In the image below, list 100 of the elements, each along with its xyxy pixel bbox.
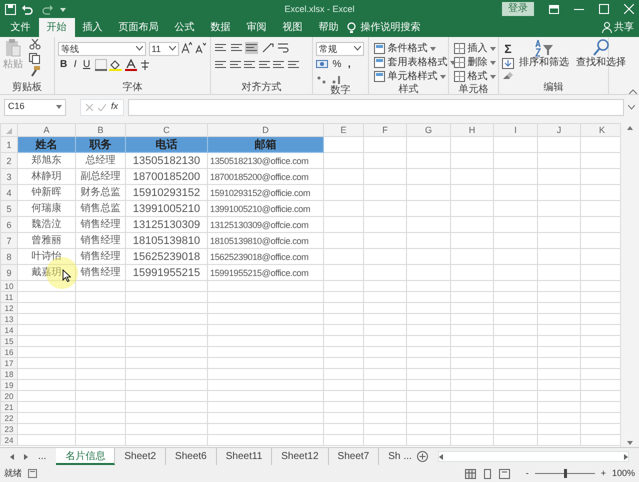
shrink-font-icon[interactable] <box>194 42 206 54</box>
save-icon[interactable] <box>5 4 16 14</box>
page-break-icon[interactable] <box>498 468 510 478</box>
ribbon-display-icon[interactable] <box>549 4 559 14</box>
expand-icon[interactable] <box>628 104 635 110</box>
comma-button[interactable]: , <box>346 58 353 72</box>
previous-sheet-icon[interactable] <box>10 454 14 460</box>
orientation-icon[interactable] <box>260 42 274 54</box>
wrap-text-icon[interactable] <box>277 42 289 54</box>
zoom-level[interactable]: 100% <box>612 466 635 480</box>
currency-icon[interactable] <box>316 60 328 70</box>
cells-menu-button[interactable]: 格式 <box>452 70 498 84</box>
column-header[interactable]: G <box>406 124 450 136</box>
center-icon[interactable] <box>228 58 240 70</box>
italic-button[interactable]: I <box>72 58 79 72</box>
row-header[interactable]: 23 <box>0 424 18 434</box>
column-header[interactable]: A <box>18 124 76 136</box>
underline-button[interactable]: U <box>81 58 92 72</box>
person-icon[interactable] <box>602 22 612 33</box>
row-header[interactable]: 11 <box>0 292 18 302</box>
brush-icon[interactable] <box>28 66 40 77</box>
ribbon-tab[interactable]: 文件 <box>2 18 38 37</box>
name-box[interactable]: C16 <box>4 98 66 116</box>
autosum-button[interactable]: Σ <box>502 42 514 56</box>
grow-font-icon[interactable] <box>181 42 192 54</box>
row-header[interactable]: 10 <box>0 280 18 292</box>
row-header[interactable]: 9 <box>0 264 18 280</box>
ribbon-tab[interactable]: 视图 <box>274 18 310 37</box>
align-left-icon[interactable] <box>214 58 226 70</box>
normal-view-icon[interactable] <box>464 468 476 478</box>
ribbon-tab[interactable]: 公式 <box>166 18 202 37</box>
ribbon-tab[interactable]: 页面布局 <box>110 18 166 37</box>
cells-menu-button[interactable]: 删除 <box>452 56 498 70</box>
phonetic-icon[interactable] <box>139 59 152 71</box>
editing-button[interactable]: 查找和选择 <box>574 39 628 82</box>
row-header[interactable]: 13 <box>0 314 18 324</box>
editing-button[interactable]: 排序和筛选 <box>517 39 571 82</box>
scroll-up-icon[interactable] <box>627 126 634 130</box>
login-button[interactable]: 登录 <box>502 2 534 16</box>
collapse-ribbon-icon[interactable] <box>628 89 636 94</box>
increase-indent-icon[interactable] <box>272 58 284 70</box>
sheet-overflow[interactable]: ... <box>38 449 46 464</box>
redo-icon[interactable] <box>40 4 54 14</box>
ribbon-tab[interactable]: 插入 <box>74 18 110 37</box>
row-header[interactable]: 6 <box>0 216 18 232</box>
row-header[interactable]: 22 <box>0 412 18 424</box>
row-header[interactable]: 14 <box>0 324 18 336</box>
font-size-field[interactable]: 11 <box>148 42 178 56</box>
ribbon-tab[interactable]: 帮助 <box>310 18 346 37</box>
undo-icon[interactable] <box>21 4 35 14</box>
ribbon-tab[interactable]: 开始 <box>38 18 74 37</box>
column-header[interactable]: E <box>324 124 364 136</box>
row-header[interactable]: 20 <box>0 390 18 402</box>
sheet-overflow[interactable]: ... <box>403 449 412 464</box>
row-header[interactable]: 5 <box>0 200 18 216</box>
number-format-field[interactable]: 常规 <box>316 42 364 56</box>
zoom-in-button[interactable]: + <box>600 466 606 480</box>
row-header[interactable]: 12 <box>0 302 18 314</box>
add-sheet-icon[interactable] <box>416 451 428 462</box>
column-header[interactable]: H <box>450 124 494 136</box>
insert-function-button[interactable]: fx <box>111 100 118 114</box>
row-header[interactable]: 1 <box>0 136 18 152</box>
scissors-icon[interactable] <box>28 39 40 50</box>
page-layout-icon[interactable] <box>482 468 493 478</box>
lightbulb-icon[interactable] <box>346 22 356 34</box>
eraser-icon[interactable] <box>502 72 514 80</box>
clipboard-icon[interactable] <box>5 39 21 57</box>
middle-align-icon[interactable] <box>230 42 242 54</box>
cells-menu-button[interactable]: 插入 <box>452 42 498 56</box>
row-header[interactable]: 21 <box>0 402 18 412</box>
macro-icon[interactable] <box>28 469 37 478</box>
column-header[interactable]: B <box>76 124 126 136</box>
column-header[interactable]: J <box>538 124 580 136</box>
decrease-decimal-icon[interactable] <box>330 74 342 84</box>
decrease-indent-icon[interactable] <box>258 58 270 70</box>
column-header[interactable]: K <box>580 124 620 136</box>
row-header[interactable]: 4 <box>0 184 18 200</box>
row-header[interactable]: 7 <box>0 232 18 248</box>
vertical-scrollbar[interactable] <box>620 123 639 447</box>
maximize-icon[interactable] <box>599 4 609 14</box>
top-align-icon[interactable] <box>214 42 227 54</box>
font-name-field[interactable]: 等线 <box>58 42 146 56</box>
column-header[interactable]: D <box>208 124 324 136</box>
ribbon-tab[interactable]: 数据 <box>202 18 238 37</box>
column-header[interactable]: C <box>126 124 208 136</box>
align-right-icon[interactable] <box>243 58 255 70</box>
close-icon[interactable] <box>624 4 634 14</box>
row-header[interactable]: 16 <box>0 346 18 358</box>
fill-color-icon[interactable] <box>109 59 122 71</box>
share-button[interactable]: 共享 <box>614 20 634 35</box>
zoom-out-button[interactable]: - <box>526 466 529 480</box>
sheet-tab[interactable]: Sh <box>379 448 404 465</box>
zoom-slider-thumb[interactable] <box>564 469 567 478</box>
ribbon-tab[interactable]: 审阅 <box>238 18 274 37</box>
column-header[interactable]: F <box>364 124 406 136</box>
row-header[interactable]: 8 <box>0 248 18 264</box>
bottom-align-icon[interactable] <box>245 42 258 54</box>
row-header[interactable]: 2 <box>0 152 18 168</box>
fill-icon[interactable] <box>502 58 514 69</box>
sheet-tab[interactable]: 名片信息 <box>56 448 116 465</box>
